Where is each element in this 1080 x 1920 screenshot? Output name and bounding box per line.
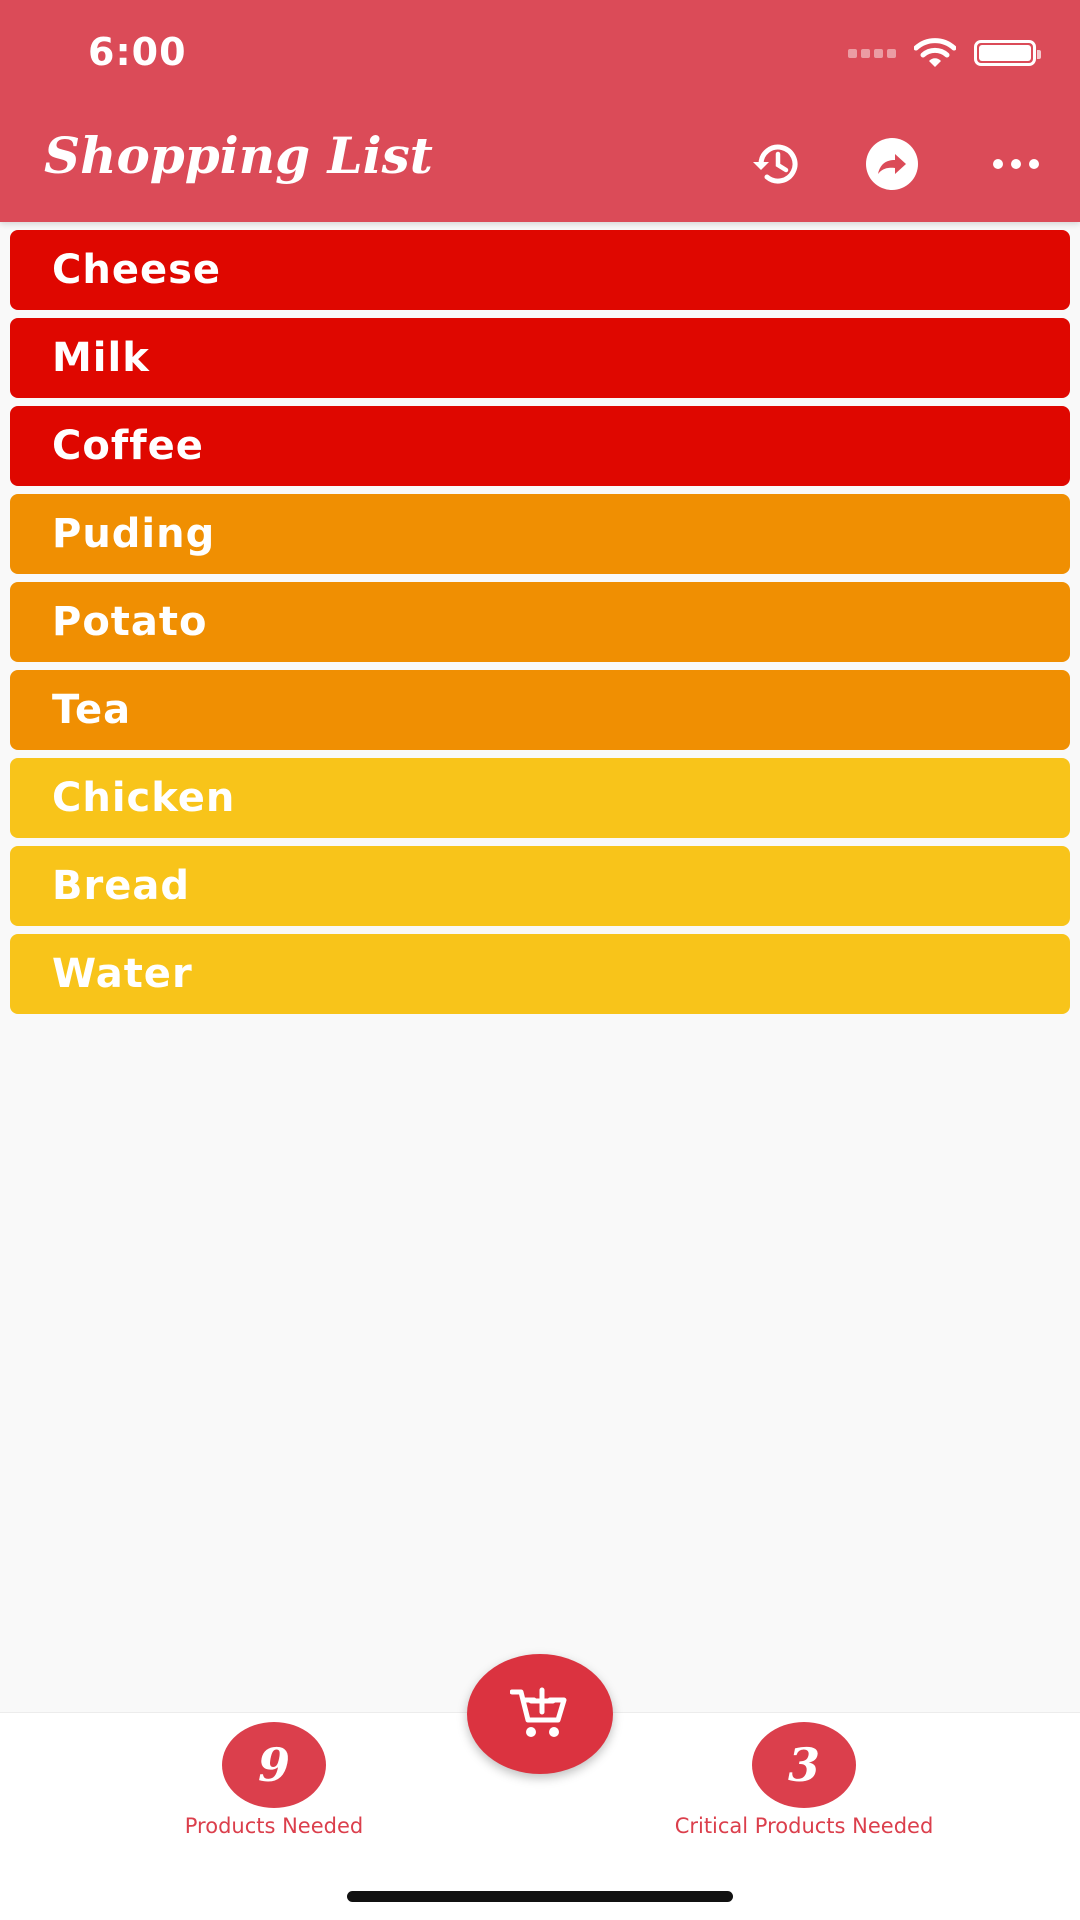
wifi-icon xyxy=(914,38,956,67)
item-name: Water xyxy=(52,951,193,997)
item-name: Cheese xyxy=(52,247,222,293)
item-name: Tea xyxy=(52,687,132,733)
critical-products-stat: 3 Critical Products Needed xyxy=(654,1722,954,1838)
list-item[interactable]: Puding xyxy=(10,494,1070,574)
more-options-button[interactable] xyxy=(986,134,1046,194)
app-title: Shopping List xyxy=(44,126,433,185)
history-icon xyxy=(753,144,798,184)
signal-icon xyxy=(848,48,896,58)
add-product-button[interactable] xyxy=(467,1654,613,1774)
app-header: 6:00 Shopping List xyxy=(0,0,1080,222)
item-name: Milk xyxy=(52,335,150,381)
history-button[interactable] xyxy=(747,134,807,194)
item-name: Puding xyxy=(52,511,216,557)
more-icon xyxy=(993,159,1039,169)
list-item[interactable]: Chicken xyxy=(10,758,1070,838)
list-item[interactable]: Potato xyxy=(10,582,1070,662)
list-item[interactable]: Milk xyxy=(10,318,1070,398)
item-name: Bread xyxy=(52,863,190,909)
item-name: Potato xyxy=(52,599,208,645)
add-to-cart-icon xyxy=(510,1687,567,1737)
products-needed-stat: 9 Products Needed xyxy=(124,1722,424,1838)
products-needed-label: Products Needed xyxy=(184,1814,364,1838)
list-item[interactable]: Cheese xyxy=(10,230,1070,310)
list-item[interactable]: Bread xyxy=(10,846,1070,926)
status-icons xyxy=(848,36,1041,70)
critical-products-count: 3 xyxy=(752,1722,856,1808)
battery-icon xyxy=(974,40,1041,66)
list-item[interactable]: Tea xyxy=(10,670,1070,750)
list-item[interactable]: Coffee xyxy=(10,406,1070,486)
shopping-list: Cheese Milk Coffee Puding Potato Tea Chi… xyxy=(10,230,1070,1022)
item-name: Chicken xyxy=(52,775,236,821)
share-button[interactable] xyxy=(862,134,922,194)
list-item[interactable]: Water xyxy=(10,934,1070,1014)
status-time: 6:00 xyxy=(88,30,187,74)
item-name: Coffee xyxy=(52,423,204,469)
critical-products-label: Critical Products Needed xyxy=(674,1814,934,1838)
products-needed-count: 9 xyxy=(222,1722,326,1808)
share-icon xyxy=(866,138,918,190)
home-indicator[interactable] xyxy=(347,1891,733,1902)
